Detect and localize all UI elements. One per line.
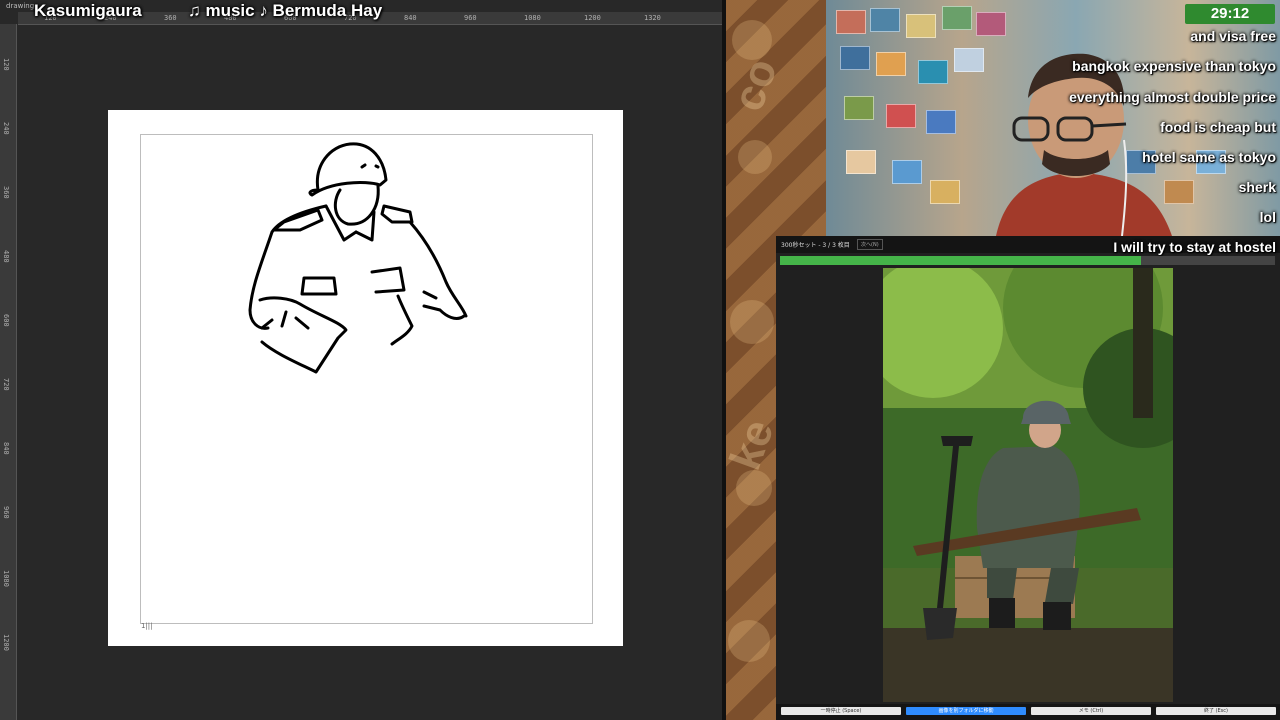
- timer-progress-fill: [780, 256, 1142, 265]
- move-image-button[interactable]: 画像を別フォルダに移動: [906, 707, 1026, 715]
- chat-message: bangkok expensive than tokyo: [1072, 58, 1276, 74]
- chat-message: food is cheap but: [1160, 119, 1276, 135]
- now-playing-label: ♫ music ♪ Bermuda Hay: [188, 1, 383, 20]
- session-timer: 29:12: [1185, 4, 1275, 24]
- chat-message: everything almost double price: [1069, 89, 1276, 105]
- pause-button[interactable]: 一時停止 (Space): [781, 707, 901, 715]
- timer-progress-bar: [780, 256, 1275, 265]
- chat-message: lol: [1259, 209, 1276, 225]
- chat-message: I will try to stay at hostel: [1113, 239, 1276, 255]
- reference-photo: [883, 268, 1173, 702]
- canvas-corner-marker: 1|||: [141, 622, 153, 630]
- chat-message: sherk: [1238, 179, 1276, 195]
- sketch-strokes: [248, 142, 468, 374]
- viewer-title: 300秒セット - 3 / 3 枚目: [781, 242, 850, 249]
- drawing-app-window: drawing 120 240 360 480 600 720 840 960 1080 1200…: [0, 0, 724, 720]
- exit-button[interactable]: 終了 (Esc): [1156, 707, 1276, 715]
- next-button[interactable]: 次へ(N): [857, 239, 883, 250]
- soldier-photo: [883, 268, 1173, 702]
- memo-button[interactable]: メモ (Ctrl): [1031, 707, 1151, 715]
- chat-message: hotel same as tokyo: [1142, 149, 1276, 165]
- location-label: Kasumigaura: [34, 1, 142, 20]
- chat-message: and visa free: [1190, 28, 1276, 44]
